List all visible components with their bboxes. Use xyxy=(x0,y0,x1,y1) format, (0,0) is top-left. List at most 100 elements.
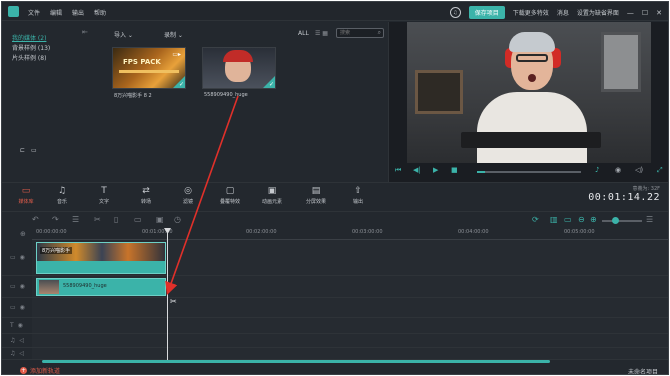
tool-label: 输出 xyxy=(352,199,363,205)
tool-music[interactable]: ♫ 音乐 xyxy=(42,185,82,205)
music-icon[interactable]: ♫ xyxy=(10,350,15,357)
preview-video[interactable] xyxy=(407,22,651,163)
timeline-clip-video[interactable]: 8万兴喵影手 xyxy=(36,242,166,274)
minimize-button[interactable]: — xyxy=(627,9,634,17)
close-button[interactable]: ✕ xyxy=(656,9,662,17)
visibility-icon[interactable]: ◉ xyxy=(20,254,25,261)
track-lane[interactable] xyxy=(32,298,668,317)
split-screen-icon: ▤ xyxy=(311,186,321,196)
render-icon[interactable]: ⟳ xyxy=(532,215,539,224)
cut-icon[interactable]: ✂ xyxy=(94,215,101,224)
maximize-button[interactable]: ☐ xyxy=(642,9,648,17)
filter-all[interactable]: ALL xyxy=(298,30,309,37)
zoom-slider[interactable] xyxy=(602,217,642,224)
stop-icon[interactable]: ■ xyxy=(451,166,458,174)
menu-export[interactable]: 输出 xyxy=(72,8,84,17)
play-icon[interactable]: ▶ xyxy=(433,166,438,174)
add-folder-icon[interactable]: ⊏ xyxy=(20,147,25,155)
undo-icon[interactable]: ↶ xyxy=(32,215,39,224)
download-effects-link[interactable]: 下载更多特效 xyxy=(513,8,549,17)
video-track-icon[interactable]: ▭ xyxy=(10,283,16,290)
library-item-background[interactable]: 背景样例 (13) xyxy=(2,44,82,54)
media-thumbnail[interactable]: FPS PACK ▭▸ ✓ xyxy=(112,47,186,89)
list-view-icon[interactable]: ☰ xyxy=(646,215,653,224)
tool-label: 叠覆特效 xyxy=(219,199,240,205)
save-project-button[interactable]: 保存项目 xyxy=(468,6,505,19)
crop-icon[interactable]: ▭ xyxy=(134,215,142,224)
redo-icon[interactable]: ↷ xyxy=(52,215,59,224)
track-lane[interactable] xyxy=(32,348,668,359)
library-footer: ⊏ ▭ xyxy=(10,146,47,156)
import-dropdown[interactable]: 导入 ⌄ xyxy=(114,30,133,39)
set-default-layout-link[interactable]: 设置为缺省界面 xyxy=(577,8,619,17)
tool-export[interactable]: ⇧ 输出 xyxy=(338,185,378,205)
video-track-icon[interactable]: ▭ xyxy=(10,304,16,311)
record-dropdown[interactable]: 录制 ⌄ xyxy=(164,30,183,39)
media-thumbnail[interactable]: ✓ xyxy=(202,47,276,89)
person-beanie xyxy=(509,32,555,52)
video-track-icon[interactable]: ▭ xyxy=(10,254,16,261)
fit-icon[interactable]: ▭ xyxy=(564,215,572,224)
track-header: ♫ ◁ xyxy=(2,334,32,347)
adjust-icon[interactable]: ☰ xyxy=(72,215,79,224)
timeline-ruler[interactable]: 00:00:00:00 00:01:00:00 00:02:00:00 00:0… xyxy=(32,228,668,240)
track-lane[interactable] xyxy=(32,334,668,347)
menu-edit[interactable]: 编辑 xyxy=(50,8,62,17)
playhead[interactable] xyxy=(167,232,168,360)
snapshot-icon[interactable]: ◉ xyxy=(615,166,621,174)
text-track-icon[interactable]: T xyxy=(10,322,14,329)
step-back-icon[interactable]: ◀| xyxy=(413,166,421,174)
text-icon: T xyxy=(101,186,107,196)
menu-help[interactable]: 帮助 xyxy=(94,8,106,17)
tool-split-screen[interactable]: ▤ 分屏效果 xyxy=(296,185,336,205)
timeline-clip-photo[interactable]: 558909490_huge xyxy=(36,278,166,296)
tool-media[interactable]: ▭ 媒体库 xyxy=(6,185,46,205)
view-toggle-icon[interactable]: ☰ ▦ xyxy=(315,30,328,37)
background-window xyxy=(601,32,641,92)
tool-transition[interactable]: ⇄ 转场 xyxy=(126,185,166,205)
speaker-icon[interactable]: ◁ xyxy=(19,350,24,357)
visibility-icon[interactable]: ◉ xyxy=(18,322,23,329)
freeze-frame-icon[interactable]: ▣ xyxy=(156,215,164,224)
library-item-my-media[interactable]: 我的媒体 (2) xyxy=(2,34,82,44)
snap-icon[interactable]: ⊕ xyxy=(20,230,26,238)
preview-scrubber[interactable] xyxy=(477,171,581,173)
music-icon[interactable]: ♫ xyxy=(10,337,15,344)
title-bar: 文件 编辑 输出 帮助 ♫ 保存项目 下载更多特效 消息 设置为缺省界面 — ☐… xyxy=(2,2,668,21)
ruler-label: 00:03:00:00 xyxy=(352,229,383,235)
speaker-icon[interactable]: ◁ xyxy=(19,337,24,344)
zoom-out-icon[interactable]: ⊖ xyxy=(578,215,585,224)
zoom-in-icon[interactable]: ⊕ xyxy=(590,215,597,224)
menu-file[interactable]: 文件 xyxy=(28,8,40,17)
skip-back-icon[interactable]: ⏮ xyxy=(395,166,401,175)
add-track-button[interactable]: + 添加新轨道 xyxy=(20,366,60,374)
zoom-slider-knob[interactable] xyxy=(612,217,619,224)
delete-icon[interactable]: ▯ xyxy=(114,215,118,224)
tool-elements[interactable]: ▣ 动画元素 xyxy=(252,185,292,205)
fullscreen-icon[interactable]: ⤢ xyxy=(657,166,663,175)
headset-icon[interactable]: ♫ xyxy=(449,7,461,18)
remove-folder-icon[interactable]: ▭ xyxy=(31,147,37,155)
elements-icon: ▣ xyxy=(267,186,277,196)
visibility-icon[interactable]: ◉ xyxy=(20,304,25,311)
tool-overlay[interactable]: ▢ 叠覆特效 xyxy=(210,185,250,205)
visibility-icon[interactable]: ◉ xyxy=(20,283,25,290)
tool-label: 分屏效果 xyxy=(305,199,326,205)
tool-filter[interactable]: ◎ 滤镜 xyxy=(168,185,208,205)
search-icon[interactable]: ⌕ xyxy=(378,29,381,37)
messages-link[interactable]: 消息 xyxy=(557,8,569,17)
tool-text[interactable]: T 文字 xyxy=(84,185,124,205)
volume-icon[interactable]: ◁) xyxy=(635,166,643,174)
media-search[interactable]: ⌕ xyxy=(336,28,384,38)
microphone-icon[interactable]: ♪ xyxy=(595,166,599,174)
timeline-scrollbar[interactable] xyxy=(42,360,550,363)
filter-icon: ◎ xyxy=(184,186,192,196)
clip-thumbnail xyxy=(39,280,59,294)
track-lane[interactable] xyxy=(32,318,668,333)
audio-mixer-icon[interactable]: ▥ xyxy=(550,215,558,224)
speed-icon[interactable]: ◷ xyxy=(174,215,181,224)
library-item-intro[interactable]: 片头样例 (8) xyxy=(2,54,82,64)
project-name: 未命名项目 xyxy=(627,369,658,375)
search-input[interactable] xyxy=(337,29,373,37)
collapse-sidebar-icon[interactable]: ⇤ xyxy=(82,28,94,38)
